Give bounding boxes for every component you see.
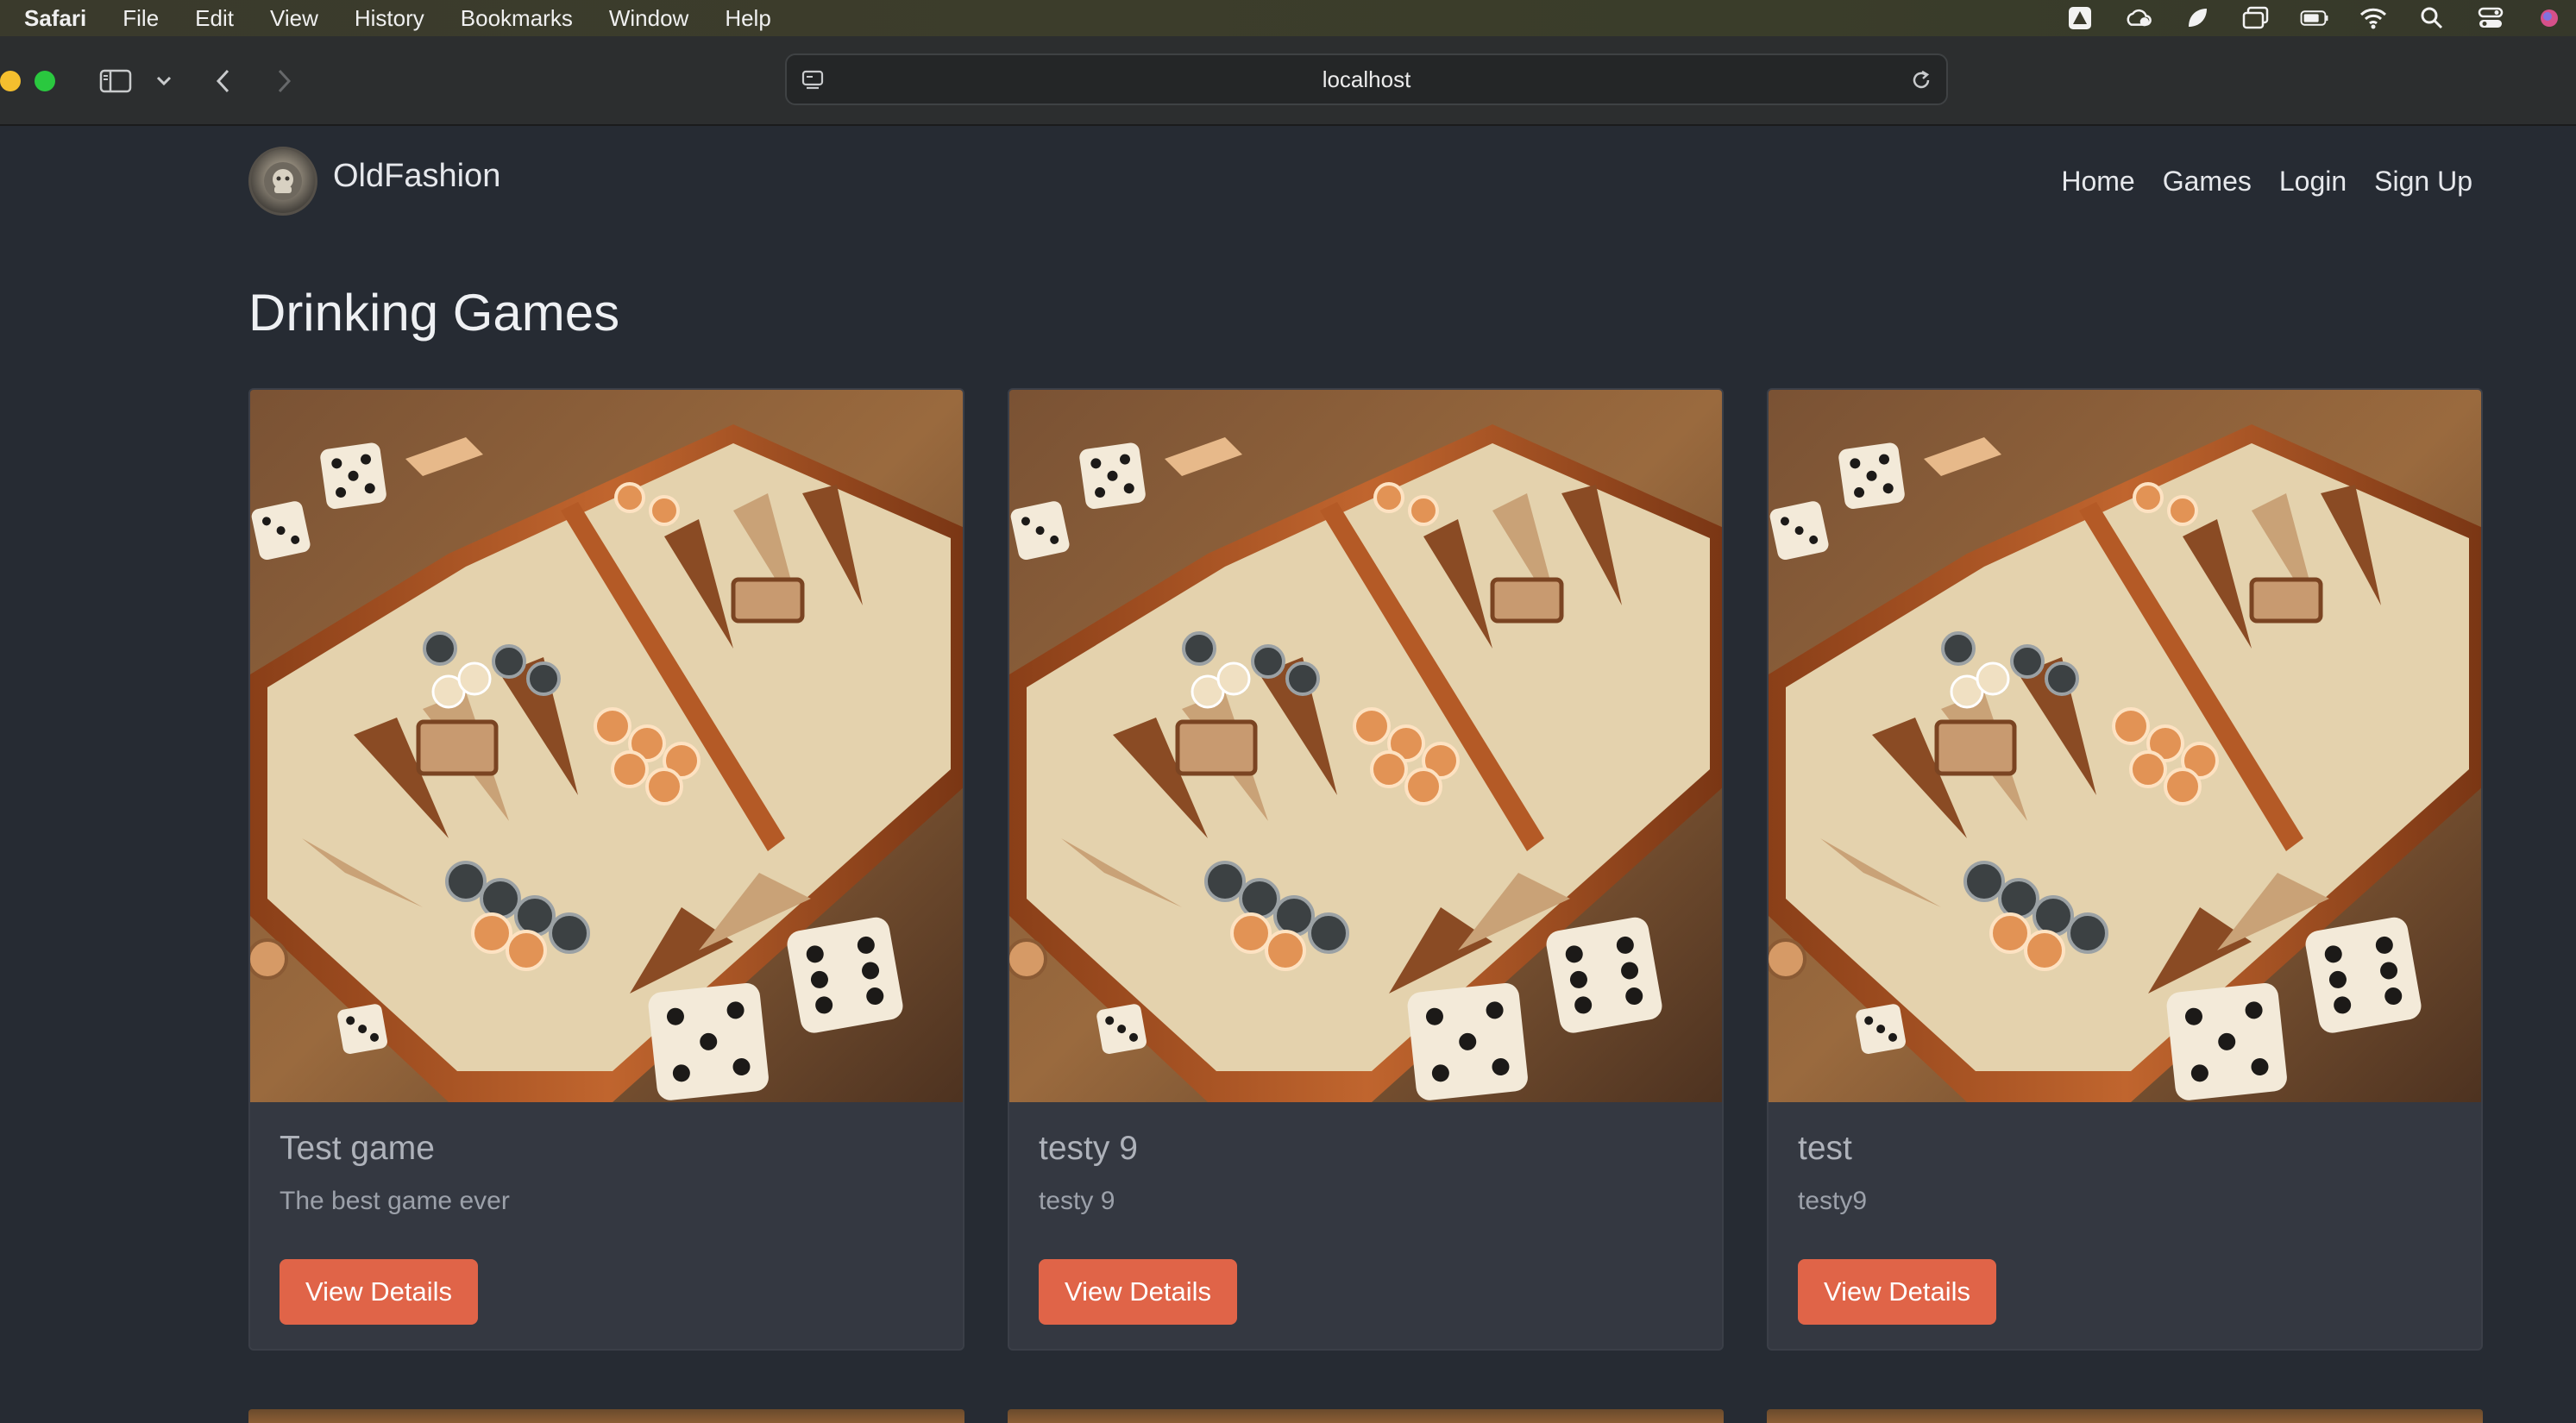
nav-sign-up[interactable]: Sign Up	[2374, 166, 2472, 197]
game-image	[1009, 390, 1724, 1102]
window-stack-icon[interactable]	[2241, 3, 2271, 33]
menu-history[interactable]: History	[355, 5, 424, 32]
battery-icon[interactable]	[2300, 3, 2329, 33]
forward-icon[interactable]	[273, 66, 297, 97]
menu-bookmarks[interactable]: Bookmarks	[461, 5, 573, 32]
wifi-icon[interactable]	[2359, 3, 2388, 33]
main-nav: Home Games Login Sign Up	[2061, 166, 2472, 197]
web-page: OldFashion Home Games Login Sign Up Drin…	[0, 128, 2576, 1423]
url-text[interactable]: localhost	[787, 55, 1946, 103]
control-center-icon[interactable]	[2476, 3, 2505, 33]
game-image	[1769, 390, 2483, 1102]
nav-home[interactable]: Home	[2061, 166, 2134, 197]
nav-login[interactable]: Login	[2279, 166, 2347, 197]
card-description: testy 9	[1039, 1187, 1115, 1215]
next-card-peek	[1008, 1409, 1724, 1423]
next-card-peek	[1767, 1409, 2483, 1423]
minimize-button[interactable]	[0, 71, 21, 91]
page-title: Drinking Games	[248, 284, 620, 342]
menu-window[interactable]: Window	[609, 5, 688, 32]
back-icon[interactable]	[210, 66, 235, 97]
nav-games[interactable]: Games	[2163, 166, 2252, 197]
chevron-down-icon[interactable]	[154, 71, 174, 91]
address-bar[interactable]: localhost	[785, 53, 1948, 105]
menu-view[interactable]: View	[270, 5, 318, 32]
menu-bar: Safari File Edit View History Bookmarks …	[0, 0, 2576, 36]
view-details-button[interactable]: View Details	[1039, 1259, 1237, 1325]
game-card: Test game The best game ever View Detail…	[248, 388, 964, 1351]
brand[interactable]: OldFashion	[248, 147, 500, 216]
reload-icon[interactable]	[1908, 67, 1934, 93]
siri-icon[interactable]	[2535, 3, 2564, 33]
fullscreen-button[interactable]	[35, 71, 55, 91]
game-card: test testy9 View Details	[1767, 388, 2483, 1351]
card-title: test	[1798, 1130, 1852, 1167]
game-image	[250, 390, 964, 1102]
card-title: Test game	[280, 1130, 435, 1167]
card-description: testy9	[1798, 1187, 1868, 1215]
leaf-icon[interactable]	[2183, 3, 2212, 33]
spotlight-search-icon[interactable]	[2417, 3, 2447, 33]
site-logo[interactable]	[248, 147, 317, 216]
menu-safari[interactable]: Safari	[24, 5, 86, 32]
sidebar-toggle-icon[interactable]	[98, 67, 133, 95]
view-details-button[interactable]: View Details	[280, 1259, 478, 1325]
next-card-peek	[248, 1409, 964, 1423]
menu-file[interactable]: File	[123, 5, 159, 32]
card-title: testy 9	[1039, 1130, 1138, 1167]
brand-name[interactable]: OldFashion	[333, 158, 500, 195]
card-description: The best game ever	[280, 1187, 510, 1215]
game-card: testy 9 testy 9 View Details	[1008, 388, 1724, 1351]
menu-edit[interactable]: Edit	[195, 5, 234, 32]
menu-help[interactable]: Help	[725, 5, 770, 32]
cloud-sync-icon[interactable]	[2124, 3, 2153, 33]
drive-icon[interactable]	[2065, 3, 2095, 33]
view-details-button[interactable]: View Details	[1798, 1259, 1996, 1325]
